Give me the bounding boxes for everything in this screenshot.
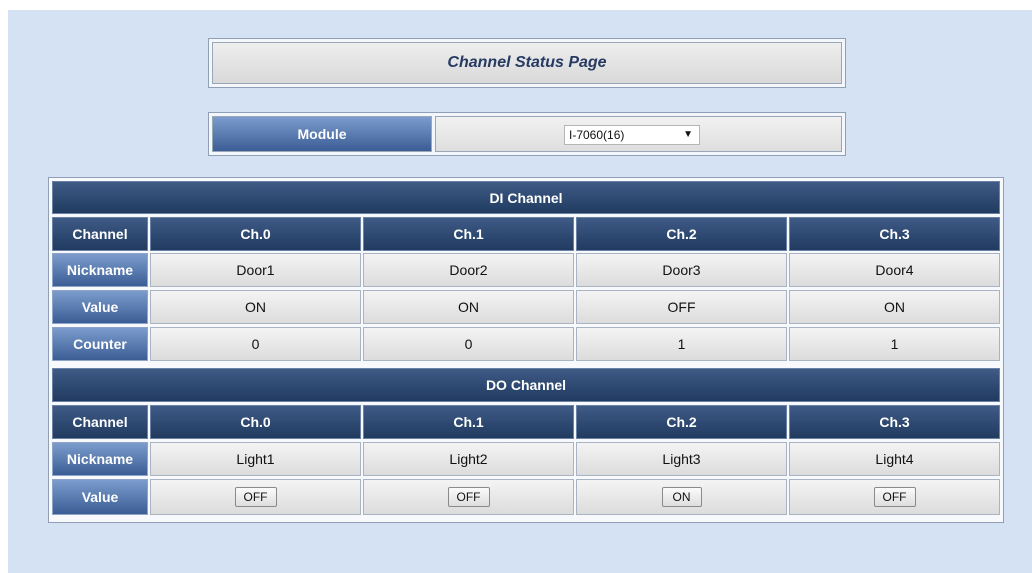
di-counter-label: Counter (52, 327, 148, 361)
di-channel-header: Ch.2 (576, 217, 787, 251)
di-counter-cell: 0 (150, 327, 361, 361)
module-selector-box: Module I-7060(16) ▼ (208, 112, 846, 156)
do-value-cell: OFF (789, 479, 1000, 515)
page-title-box: Channel Status Page (208, 38, 846, 88)
di-channel-header: Ch.3 (789, 217, 1000, 251)
do-nickname-cell: Light1 (150, 442, 361, 476)
module-select-value: I-7060(16) (569, 128, 625, 142)
di-channel-header: Ch.1 (363, 217, 574, 251)
do-toggle-button[interactable]: OFF (234, 487, 277, 507)
channel-table: DI Channel Channel Ch.0 Ch.1 Ch.2 Ch.3 N… (48, 177, 1004, 523)
do-toggle-button[interactable]: ON (661, 487, 702, 507)
di-nickname-cell: Door2 (363, 253, 574, 287)
do-nickname-cell: Light3 (576, 442, 787, 476)
do-toggle-button[interactable]: OFF (873, 487, 916, 507)
do-channel-header: Ch.2 (576, 405, 787, 439)
di-value-label: Value (52, 290, 148, 324)
do-nickname-cell: Light4 (789, 442, 1000, 476)
module-label: Module (212, 116, 432, 152)
do-nickname-label: Nickname (52, 442, 148, 476)
module-select-cell: I-7060(16) ▼ (435, 116, 842, 152)
di-value-cell: ON (150, 290, 361, 324)
di-counter-cell: 0 (363, 327, 574, 361)
di-nickname-cell: Door1 (150, 253, 361, 287)
dropdown-arrow-icon: ▼ (683, 129, 693, 140)
do-toggle-button[interactable]: OFF (447, 487, 490, 507)
di-channel-header: Ch.0 (150, 217, 361, 251)
di-nickname-label: Nickname (52, 253, 148, 287)
do-channel-header: Ch.3 (789, 405, 1000, 439)
do-channel-label: Channel (52, 405, 148, 439)
page-title: Channel Status Page (212, 42, 842, 84)
di-counter-cell: 1 (576, 327, 787, 361)
di-channel-heading: DI Channel (52, 181, 1000, 214)
do-value-label: Value (52, 479, 148, 515)
do-value-cell: OFF (150, 479, 361, 515)
di-counter-cell: 1 (789, 327, 1000, 361)
do-value-cell: ON (576, 479, 787, 515)
di-nickname-cell: Door4 (789, 253, 1000, 287)
di-value-cell: ON (363, 290, 574, 324)
do-channel-header: Ch.0 (150, 405, 361, 439)
do-value-cell: OFF (363, 479, 574, 515)
do-nickname-cell: Light2 (363, 442, 574, 476)
di-value-cell: OFF (576, 290, 787, 324)
do-channel-header: Ch.1 (363, 405, 574, 439)
di-value-cell: ON (789, 290, 1000, 324)
do-channel-heading: DO Channel (52, 368, 1000, 402)
di-nickname-cell: Door3 (576, 253, 787, 287)
di-channel-label: Channel (52, 217, 148, 251)
module-select[interactable]: I-7060(16) ▼ (564, 125, 700, 145)
